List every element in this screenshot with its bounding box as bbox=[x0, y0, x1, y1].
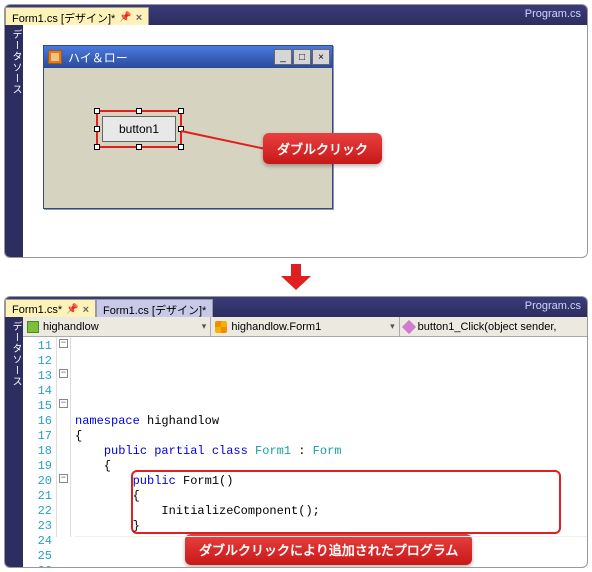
code-panel: Form1.cs* 📌 × Form1.cs [デザイン]* Program.c… bbox=[4, 296, 588, 568]
outline-toggle[interactable]: − bbox=[59, 474, 68, 483]
pin-icon[interactable]: 📌 bbox=[119, 12, 131, 23]
code-line[interactable]: namespace highandlow bbox=[75, 414, 587, 429]
form-title: ハイ＆ロー bbox=[68, 49, 128, 66]
method-icon bbox=[402, 319, 416, 333]
maximize-icon[interactable]: □ bbox=[293, 49, 311, 65]
pin-icon[interactable]: 📌 bbox=[66, 304, 78, 315]
resize-handle[interactable] bbox=[94, 126, 100, 132]
outline-column[interactable]: − − − − bbox=[57, 337, 71, 537]
form-titlebar[interactable]: ハイ＆ロー _ □ × bbox=[44, 46, 332, 68]
code-line[interactable]: public Form1() bbox=[75, 474, 587, 489]
resize-handle[interactable] bbox=[136, 108, 142, 114]
code-editor[interactable]: 11121314151617181920212223242526 − − − −… bbox=[23, 337, 587, 537]
line-gutter: 11121314151617181920212223242526 bbox=[23, 337, 57, 537]
tab-design[interactable]: Form1.cs [デザイン]* 📌 × bbox=[5, 7, 149, 25]
tab-strip-bottom: Form1.cs* 📌 × Form1.cs [デザイン]* Program.c… bbox=[5, 297, 587, 317]
outline-toggle[interactable]: − bbox=[59, 399, 68, 408]
code-line[interactable]: { bbox=[75, 489, 587, 504]
outline-toggle[interactable]: − bbox=[59, 339, 68, 348]
tab-strip-top: Form1.cs [デザイン]* 📌 × Program.cs bbox=[5, 5, 587, 25]
tab-label: Form1.cs [デザイン]* bbox=[103, 302, 206, 318]
tab-label: Form1.cs [デザイン]* bbox=[12, 10, 115, 26]
resize-handle[interactable] bbox=[136, 144, 142, 150]
tab-right[interactable]: Program.cs bbox=[525, 5, 587, 25]
down-arrow-icon bbox=[281, 264, 311, 290]
designer-button1[interactable]: button1 bbox=[102, 116, 176, 142]
vs-sidebar-bottom[interactable]: データソース サーバー エクスプローラー ツールボックス bbox=[5, 317, 23, 567]
code-line[interactable]: } bbox=[75, 519, 587, 534]
outline-toggle[interactable]: − bbox=[59, 369, 68, 378]
vs-sidebar-top[interactable]: データソース サーバー エクスプローラー ツー bbox=[5, 25, 23, 257]
code-nav-bar: highandlow ▾ highandlow.Form1 ▾ button1_… bbox=[23, 317, 587, 337]
code-line[interactable]: { bbox=[75, 459, 587, 474]
csharp-icon bbox=[27, 321, 39, 333]
resize-handle[interactable] bbox=[178, 108, 184, 114]
code-line[interactable]: InitializeComponent(); bbox=[75, 504, 587, 519]
resize-handle[interactable] bbox=[94, 108, 100, 114]
form-window[interactable]: ハイ＆ロー _ □ × button1 bbox=[43, 45, 333, 209]
nav-method[interactable]: button1_Click(object sender, bbox=[400, 317, 587, 336]
resize-handle[interactable] bbox=[94, 144, 100, 150]
close-icon[interactable]: × bbox=[136, 12, 142, 24]
tab-code[interactable]: Form1.cs* 📌 × bbox=[5, 299, 96, 317]
code-line[interactable]: public partial class Form1 : Form bbox=[75, 444, 587, 459]
chevron-down-icon[interactable]: ▾ bbox=[202, 321, 207, 332]
tab-label: Form1.cs* bbox=[12, 304, 62, 316]
code-line[interactable] bbox=[75, 534, 587, 537]
chevron-down-icon[interactable]: ▾ bbox=[390, 321, 395, 332]
tab-right[interactable]: Program.cs bbox=[525, 297, 587, 317]
callout-added-code: ダブルクリックにより追加されたプログラム bbox=[185, 534, 472, 565]
close-window-icon[interactable]: × bbox=[312, 49, 330, 65]
window-buttons: _ □ × bbox=[274, 49, 330, 65]
class-icon bbox=[215, 321, 227, 333]
designer-surface[interactable]: ハイ＆ロー _ □ × button1 bbox=[23, 25, 587, 255]
code-lines[interactable]: namespace highandlow{ public partial cla… bbox=[71, 337, 587, 537]
callout-doubleclick: ダブルクリック bbox=[263, 133, 382, 164]
nav-namespace[interactable]: highandlow ▾ bbox=[23, 317, 211, 336]
minimize-icon[interactable]: _ bbox=[274, 49, 292, 65]
resize-handle[interactable] bbox=[178, 144, 184, 150]
form-icon bbox=[48, 50, 62, 64]
close-icon[interactable]: × bbox=[83, 304, 89, 316]
designer-panel: Form1.cs [デザイン]* 📌 × Program.cs データソース サ… bbox=[4, 4, 588, 258]
tab-design-bg[interactable]: Form1.cs [デザイン]* bbox=[96, 299, 213, 317]
code-line[interactable]: { bbox=[75, 429, 587, 444]
nav-class[interactable]: highandlow.Form1 ▾ bbox=[211, 317, 399, 336]
